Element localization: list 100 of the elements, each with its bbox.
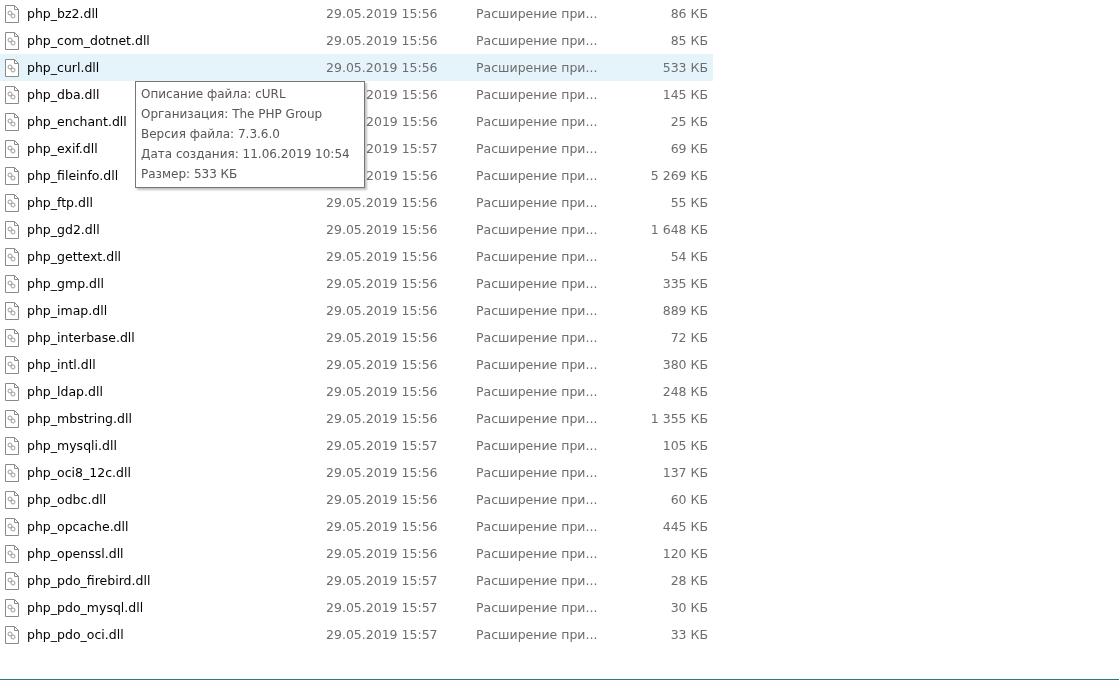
tooltip-line: Версия файла: 7.3.6.0	[141, 126, 281, 143]
file-size: 60 КБ	[669, 492, 708, 507]
tooltip-line: Размер: 533 КБ	[141, 166, 239, 183]
file-size: 55 КБ	[669, 195, 708, 210]
file-type: Расширение при...	[476, 141, 599, 156]
file-size: 5 269 КБ	[649, 168, 708, 183]
file-name: php_com_dotnet.dll	[27, 33, 150, 48]
file-size: 137 КБ	[661, 465, 708, 480]
file-size: 69 КБ	[669, 141, 708, 156]
file-name: php_pdo_oci.dll	[27, 627, 124, 642]
modified-date: 29.05.2019 15:56	[326, 6, 439, 21]
dll-file-icon	[4, 544, 20, 563]
file-name: php_gmp.dll	[27, 276, 104, 291]
dll-file-icon	[4, 436, 20, 455]
modified-date: 29.05.2019 15:57	[326, 627, 439, 642]
file-size: 120 КБ	[661, 546, 708, 561]
file-name: php_bz2.dll	[27, 6, 99, 21]
modified-date: 29.05.2019 15:56	[326, 384, 439, 399]
file-size: 145 КБ	[661, 87, 708, 102]
dll-file-icon	[4, 139, 20, 158]
dll-file-icon	[4, 31, 20, 50]
file-size: 1 355 КБ	[649, 411, 708, 426]
file-name: php_ldap.dll	[27, 384, 103, 399]
dll-file-icon	[4, 382, 20, 401]
file-type: Расширение при...	[476, 492, 599, 507]
file-type: Расширение при...	[476, 222, 599, 237]
modified-date: 2019 15:56	[366, 114, 439, 129]
file-name: php_interbase.dll	[27, 330, 135, 345]
dll-file-icon	[4, 4, 20, 23]
file-size: 335 КБ	[661, 276, 708, 291]
modified-date: 29.05.2019 15:56	[326, 357, 439, 372]
file-type: Расширение при...	[476, 195, 599, 210]
modified-date: 29.05.2019 15:56	[326, 546, 439, 561]
file-type: Расширение при...	[476, 330, 599, 345]
file-type: Расширение при...	[476, 573, 599, 588]
modified-date: 29.05.2019 15:56	[326, 492, 439, 507]
file-name: php_mysqli.dll	[27, 438, 117, 453]
file-type: Расширение при...	[476, 519, 599, 534]
file-name: php_ftp.dll	[27, 195, 93, 210]
file-size: 86 КБ	[669, 6, 708, 21]
file-size: 72 КБ	[669, 330, 708, 345]
file-type: Расширение при...	[476, 438, 599, 453]
dll-file-icon	[4, 166, 20, 185]
file-name: php_enchant.dll	[27, 114, 127, 129]
modified-date: 29.05.2019 15:56	[326, 195, 439, 210]
file-name: php_intl.dll	[27, 357, 96, 372]
file-size: 248 КБ	[661, 384, 708, 399]
dll-file-icon	[4, 355, 20, 374]
file-type: Расширение при...	[476, 6, 599, 21]
file-type: Расширение при...	[476, 384, 599, 399]
file-type: Расширение при...	[476, 168, 599, 183]
dll-file-icon	[4, 598, 20, 617]
hovered-file-row[interactable]: php_curl.dll 29.05.2019 15:56 Расширение при... 533 КБ	[0, 54, 713, 81]
file-type: Расширение при...	[476, 546, 599, 561]
file-name: php_dba.dll	[27, 87, 100, 102]
file-name: php_exif.dll	[27, 141, 98, 156]
modified-date: 29.05.2019 15:56	[326, 330, 439, 345]
file-name: php_gd2.dll	[27, 222, 100, 237]
modified-date: 29.05.2019 15:57	[326, 600, 439, 615]
modified-date: 29.05.2019 15:56	[326, 33, 439, 48]
file-name: php_imap.dll	[27, 303, 108, 318]
modified-date: 29.05.2019 15:56	[326, 222, 439, 237]
file-name: php_mbstring.dll	[27, 411, 132, 426]
modified-date: 29.05.2019 15:56	[326, 519, 439, 534]
file-size: 54 КБ	[669, 249, 708, 264]
file-size: 33 КБ	[669, 627, 708, 642]
dll-file-icon	[4, 220, 20, 239]
modified-date: 29.05.2019 15:56	[326, 411, 439, 426]
file-size: 1 648 КБ	[649, 222, 708, 237]
file-type: Расширение при...	[476, 627, 599, 642]
file-type: Расширение при...	[476, 87, 599, 102]
file-type: Расширение при...	[476, 249, 599, 264]
dll-file-icon	[4, 85, 20, 104]
modified-date: 2019 15:56	[366, 87, 439, 102]
modified-date: 2019 15:56	[366, 168, 439, 183]
file-size: 380 КБ	[661, 357, 708, 372]
dll-file-icon	[4, 247, 20, 266]
file-type: Расширение при...	[476, 465, 599, 480]
file-type: Расширение при...	[476, 357, 599, 372]
file-size: 25 КБ	[669, 114, 708, 129]
file-size: 889 КБ	[661, 303, 708, 318]
dll-file-icon	[4, 328, 20, 347]
dll-file-icon	[4, 517, 20, 536]
file-size: 105 КБ	[661, 438, 708, 453]
file-name: php_gettext.dll	[27, 249, 122, 264]
file-size: 28 КБ	[669, 573, 708, 588]
file-size: 533 КБ	[661, 60, 708, 75]
dll-file-icon	[4, 463, 20, 482]
tooltip-line: Организация: The PHP Group	[141, 106, 324, 123]
file-type: Расширение при...	[476, 276, 599, 291]
file-size: 30 КБ	[669, 600, 708, 615]
file-type: Расширение при...	[476, 303, 599, 318]
file-name: php_pdo_firebird.dll	[27, 573, 151, 588]
dll-file-icon	[4, 193, 20, 212]
dll-file-icon	[4, 571, 20, 590]
file-size: 85 КБ	[669, 33, 708, 48]
modified-date: 29.05.2019 15:56	[326, 276, 439, 291]
modified-date: 29.05.2019 15:56	[326, 249, 439, 264]
file-name: php_oci8_12c.dll	[27, 465, 131, 480]
dll-file-icon	[4, 58, 20, 77]
